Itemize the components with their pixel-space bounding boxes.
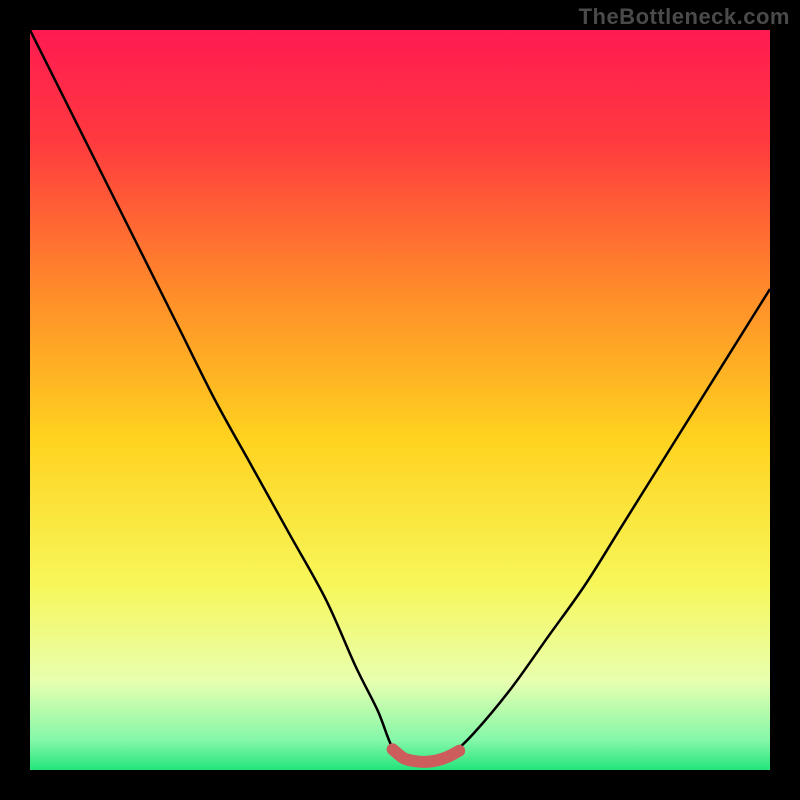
chart-frame: TheBottleneck.com (0, 0, 800, 800)
bottleneck-chart (30, 30, 770, 770)
plot-area (30, 30, 770, 770)
gradient-background (30, 30, 770, 770)
watermark-text: TheBottleneck.com (579, 4, 790, 30)
